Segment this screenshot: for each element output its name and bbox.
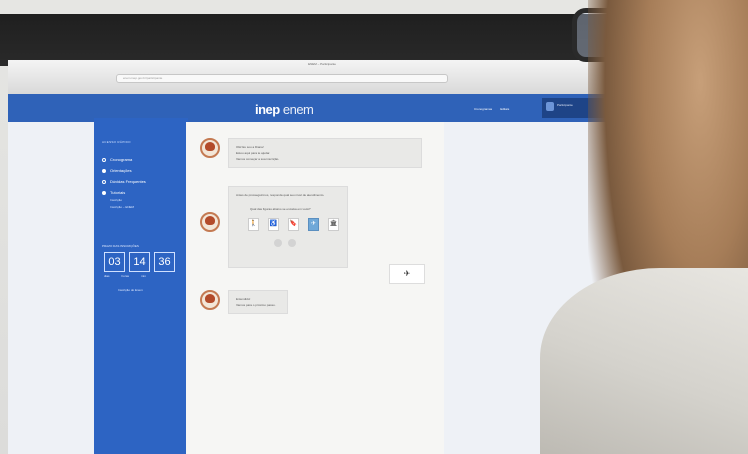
- browser-chrome: ENEM – Participante enem.inep.gov.br/par…: [8, 60, 636, 95]
- carousel-dot[interactable]: [288, 239, 296, 247]
- sidebar-item-label: Dúvidas Frequentes: [110, 179, 146, 184]
- sidebar-item-cronograma[interactable]: Cronograma: [102, 154, 182, 165]
- user-reply: ✈: [389, 264, 425, 284]
- sidebar-subitem[interactable]: Inscrição: [102, 198, 182, 205]
- message-bubble: Olá! Eu sou a Diana! Estou aqui para te …: [228, 138, 422, 168]
- browser-title: ENEM – Participante: [308, 62, 336, 66]
- message-line: Vamos para o próximo passo.: [236, 303, 276, 307]
- countdown-title: PRAZO DAS INSCRIÇÕES: [102, 244, 139, 248]
- login-text: Participante: [557, 103, 573, 107]
- assistant-avatar: [200, 290, 220, 310]
- countdown-minutes: 36: [154, 252, 175, 272]
- message-line: Vamos começar a sua inscrição.: [236, 157, 280, 161]
- brand-enem: enem: [282, 102, 314, 117]
- carousel-dots: [236, 239, 340, 247]
- dot-icon: [102, 168, 106, 173]
- sidebar-subitem[interactable]: Inscrição – ENEM: [102, 205, 182, 212]
- clock-icon: [102, 157, 106, 162]
- option-list: 🚶 ♿ 🔖 ✈ 🏛: [236, 218, 340, 231]
- sidebar-item-tutoriais[interactable]: Tutoriais: [102, 187, 182, 198]
- carousel-dot[interactable]: [274, 239, 282, 247]
- countdown: 03 14 36: [104, 252, 175, 272]
- countdown-label: min: [141, 274, 146, 278]
- address-text: enem.inep.gov.br/participante: [123, 76, 163, 80]
- option-building[interactable]: 🏛: [328, 218, 339, 231]
- option-tag[interactable]: 🔖: [288, 218, 299, 231]
- address-bar[interactable]: enem.inep.gov.br/participante: [116, 74, 448, 83]
- option-plane[interactable]: ✈: [308, 218, 319, 231]
- bot-message: Olá! Eu sou a Diana! Estou aqui para te …: [200, 138, 422, 168]
- countdown-link[interactable]: Inscrição do Enem: [118, 288, 143, 292]
- assistant-avatar: [200, 212, 220, 232]
- top-nav-item[interactable]: Cronogramas: [474, 107, 492, 111]
- chat-panel: Olá! Eu sou a Diana! Estou aqui para te …: [186, 122, 444, 454]
- sidebar-menu: Cronograma Orientações Dúvidas Frequente…: [102, 154, 182, 212]
- bot-message: Entendido! Vamos para o próximo passo.: [200, 290, 288, 314]
- dot-icon: [102, 190, 106, 195]
- user-icon: [546, 102, 554, 111]
- message-line: Antes de prosseguirmos, responda qual se…: [236, 193, 325, 197]
- sidebar-heading: ACESSO RÁPIDO: [102, 140, 131, 144]
- top-nav-item[interactable]: Editais: [500, 107, 509, 111]
- option-walking[interactable]: 🚶: [248, 218, 259, 231]
- top-nav: Cronogramas Editais: [474, 107, 509, 111]
- sidebar-item-label: Cronograma: [110, 157, 133, 162]
- photo-frame: ENEM – Participante enem.inep.gov.br/par…: [0, 0, 748, 454]
- sidebar-item-label: Tutoriais: [110, 190, 126, 195]
- countdown-label: dias: [104, 274, 110, 278]
- sidebar-item-duvidas[interactable]: Dúvidas Frequentes: [102, 176, 182, 187]
- countdown-hours: 14: [129, 252, 150, 272]
- countdown-labels: dias horas min: [104, 274, 146, 278]
- dot-icon: [102, 179, 106, 184]
- sidebar: ACESSO RÁPIDO Cronograma Orientações Dúv…: [94, 118, 188, 454]
- bot-message: Antes de prosseguirmos, responda qual se…: [200, 186, 348, 268]
- message-bubble: Antes de prosseguirmos, responda qual se…: [228, 186, 348, 268]
- message-line: Qual das figuras abaixo se encaixa em vo…: [250, 207, 311, 211]
- sidebar-item-label: Orientações: [110, 168, 132, 173]
- countdown-label: horas: [121, 274, 130, 278]
- option-wheelchair[interactable]: ♿: [268, 218, 279, 231]
- brand-logo[interactable]: inep enem: [255, 102, 314, 117]
- monitor-bezel: [0, 14, 640, 66]
- brand-inep: inep: [255, 102, 280, 117]
- sidebar-item-orientacoes[interactable]: Orientações: [102, 165, 182, 176]
- assistant-avatar: [200, 138, 220, 158]
- person-shoulder: [540, 268, 748, 454]
- message-bubble: Entendido! Vamos para o próximo passo.: [228, 290, 288, 314]
- countdown-days: 03: [104, 252, 125, 272]
